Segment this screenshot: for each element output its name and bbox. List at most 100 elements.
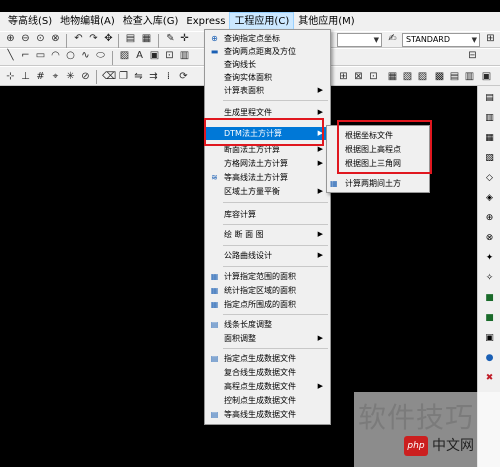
draw-circle-icon[interactable]: ○ (64, 49, 77, 62)
draw-line-icon[interactable]: ╲ (4, 49, 17, 62)
palette-icon[interactable]: ■ (483, 292, 496, 305)
text-icon[interactable]: A (133, 49, 146, 62)
menu-item-area-region[interactable]: ▦ 统计指定区域的面积 (206, 284, 329, 297)
menu-item-road-curve[interactable]: 公路曲线设计 ▶ (206, 249, 329, 262)
edit-icon[interactable]: ⊡ (367, 70, 380, 83)
edit-icon[interactable]: ▦ (386, 70, 399, 83)
pencil-icon[interactable]: ✎ (164, 32, 177, 45)
palette-icon[interactable]: ▤ (483, 92, 496, 105)
menu-item-elevation-datafile[interactable]: 高程点生成数据文件 ▶ (206, 380, 329, 393)
menu-item-contour-earthwork[interactable]: ≋ 等高线法土方计算 (206, 171, 329, 184)
menu-contour[interactable]: 等高线(S) (4, 12, 56, 31)
edit-icon[interactable]: ▩ (433, 70, 446, 83)
mirror-icon[interactable]: ⇋ (132, 70, 145, 83)
palette-icon[interactable]: ▦ (483, 132, 496, 145)
snap-icon[interactable]: ⌖ (49, 70, 62, 83)
menu-item-query-entity-area[interactable]: 查询实体面积 (206, 71, 329, 84)
pan-icon[interactable]: ✥ (102, 32, 115, 45)
palette-icon[interactable]: ■ (483, 312, 496, 325)
zoom-extents-icon[interactable]: ⊗ (49, 32, 62, 45)
track-icon[interactable]: ⊘ (79, 70, 92, 83)
draw-ellipse-icon[interactable]: ⬭ (94, 49, 107, 62)
text-style-combo[interactable]: STANDARD ▼ (402, 33, 480, 47)
menu-item-area-range[interactable]: ▦ 计算指定范围的面积 (206, 270, 329, 283)
chevron-down-icon: ▼ (471, 36, 477, 44)
cad-application-window: 等高线(S) 地物编辑(A) 检查入库(G) Express 工程应用(C) 其… (0, 0, 500, 467)
block-icon[interactable]: ▣ (148, 49, 161, 62)
insert-icon[interactable]: ⊡ (163, 49, 176, 62)
menu-item-grid-earthwork[interactable]: 方格网法土方计算 ▶ (206, 157, 329, 170)
menu-item-surface-area[interactable]: 计算表面积 ▶ (206, 84, 329, 97)
menu-item-query-point[interactable]: ⊕ 查询指定点坐标 (206, 32, 329, 45)
menu-item-earthwork-balance[interactable]: 区域土方量平衡 ▶ (206, 185, 329, 198)
undo-icon[interactable]: ↶ (72, 32, 85, 45)
menu-item-query-distance[interactable]: ▬ 查询两点距离及方位 (206, 45, 329, 58)
menu-item-contour-datafile[interactable]: ▤ 等高线生成数据文件 (206, 408, 329, 421)
menu-item-label: 面积调整 (224, 334, 256, 343)
osnap-icon[interactable]: ⊹ (4, 70, 17, 83)
move-icon[interactable]: ✛ (178, 32, 191, 45)
grid-icon[interactable]: # (34, 70, 47, 83)
menu-item-draw-section[interactable]: 绘 断 面 图 ▶ (206, 228, 329, 241)
hatch-icon[interactable]: ▨ (118, 49, 131, 62)
edit-icon[interactable]: ▣ (480, 70, 493, 83)
menu-check-import[interactable]: 检查入库(G) (119, 12, 183, 31)
offset-icon[interactable]: ⇉ (147, 70, 160, 83)
palette-icon[interactable]: ◈ (483, 192, 496, 205)
menu-item-reservoir[interactable]: 库容计算 (206, 208, 329, 221)
tool-icon[interactable]: ⊟ (466, 49, 479, 62)
close-icon[interactable]: ✖ (483, 372, 496, 385)
edit-icon[interactable]: ▥ (463, 70, 476, 83)
menu-item-line-length-adjust[interactable]: ▤ 线条长度调整 (206, 318, 329, 331)
array-icon[interactable]: ⁞ (162, 70, 175, 83)
menu-item-polyline-datafile[interactable]: 复合线生成数据文件 (206, 366, 329, 379)
layer-combo[interactable]: ▼ (337, 33, 382, 47)
palette-icon[interactable]: ⊕ (483, 212, 496, 225)
layers-icon[interactable]: ▦ (140, 32, 153, 45)
menu-feature-edit[interactable]: 地物编辑(A) (56, 12, 119, 31)
edit-icon[interactable]: ▨ (416, 70, 429, 83)
more-icon[interactable]: ⊞ (484, 32, 497, 45)
redo-icon[interactable]: ↷ (87, 32, 100, 45)
submenu-item-two-period-earthwork[interactable]: 计算两期间土方 (345, 178, 401, 190)
menu-item-label: 计算表面积 (224, 86, 264, 95)
annotation-box-dtm (204, 118, 324, 146)
zoom-window-icon[interactable]: ⊖ (19, 32, 32, 45)
draw-spline-icon[interactable]: ∿ (79, 49, 92, 62)
info-icon[interactable]: ● (483, 352, 496, 365)
draw-arc-icon[interactable]: ◠ (49, 49, 62, 62)
palette-icon[interactable]: ✧ (483, 272, 496, 285)
menu-separator (223, 266, 328, 267)
zoom-realtime-icon[interactable]: ⊕ (4, 32, 17, 45)
measure-icon: ▬ (210, 47, 219, 56)
menu-item-area-adjust[interactable]: 面积调整 ▶ (206, 332, 329, 345)
menu-item-points-datafile[interactable]: ▤ 指定点生成数据文件 (206, 352, 329, 365)
menu-item-query-line-length[interactable]: 查询线长 (206, 58, 329, 71)
edit-icon[interactable]: ▤ (448, 70, 461, 83)
rotate-icon[interactable]: ⟳ (177, 70, 190, 83)
ortho-icon[interactable]: ⊥ (19, 70, 32, 83)
edit-icon[interactable]: ▧ (401, 70, 414, 83)
copy-icon[interactable]: ❐ (117, 70, 130, 83)
region-icon[interactable]: ▥ (178, 49, 191, 62)
edit-icon[interactable]: ⊠ (352, 70, 365, 83)
text-style-icon[interactable]: ✍ (386, 32, 399, 45)
polar-icon[interactable]: ✳ (64, 70, 77, 83)
menu-item-control-datafile[interactable]: 控制点生成数据文件 (206, 394, 329, 407)
properties-icon[interactable]: ▤ (124, 32, 137, 45)
menu-item-area-points[interactable]: ▦ 指定点所围成的面积 (206, 298, 329, 311)
palette-icon[interactable]: ▥ (483, 112, 496, 125)
palette-icon[interactable]: ⊗ (483, 232, 496, 245)
edit-icon[interactable]: ⊞ (337, 70, 350, 83)
palette-icon[interactable]: ✦ (483, 252, 496, 265)
zoom-previous-icon[interactable]: ⊙ (34, 32, 47, 45)
chevron-down-icon: ▼ (373, 36, 379, 44)
palette-icon[interactable]: ▧ (483, 152, 496, 165)
submenu-arrow-icon: ▶ (317, 159, 323, 167)
erase-icon[interactable]: ⌫ (102, 70, 116, 83)
draw-rectangle-icon[interactable]: ▭ (34, 49, 47, 62)
earthwork-icon: ▦ (330, 179, 338, 188)
draw-polyline-icon[interactable]: ⌐ (19, 49, 32, 62)
palette-icon[interactable]: ▣ (483, 332, 496, 345)
palette-icon[interactable]: ◇ (483, 172, 496, 185)
